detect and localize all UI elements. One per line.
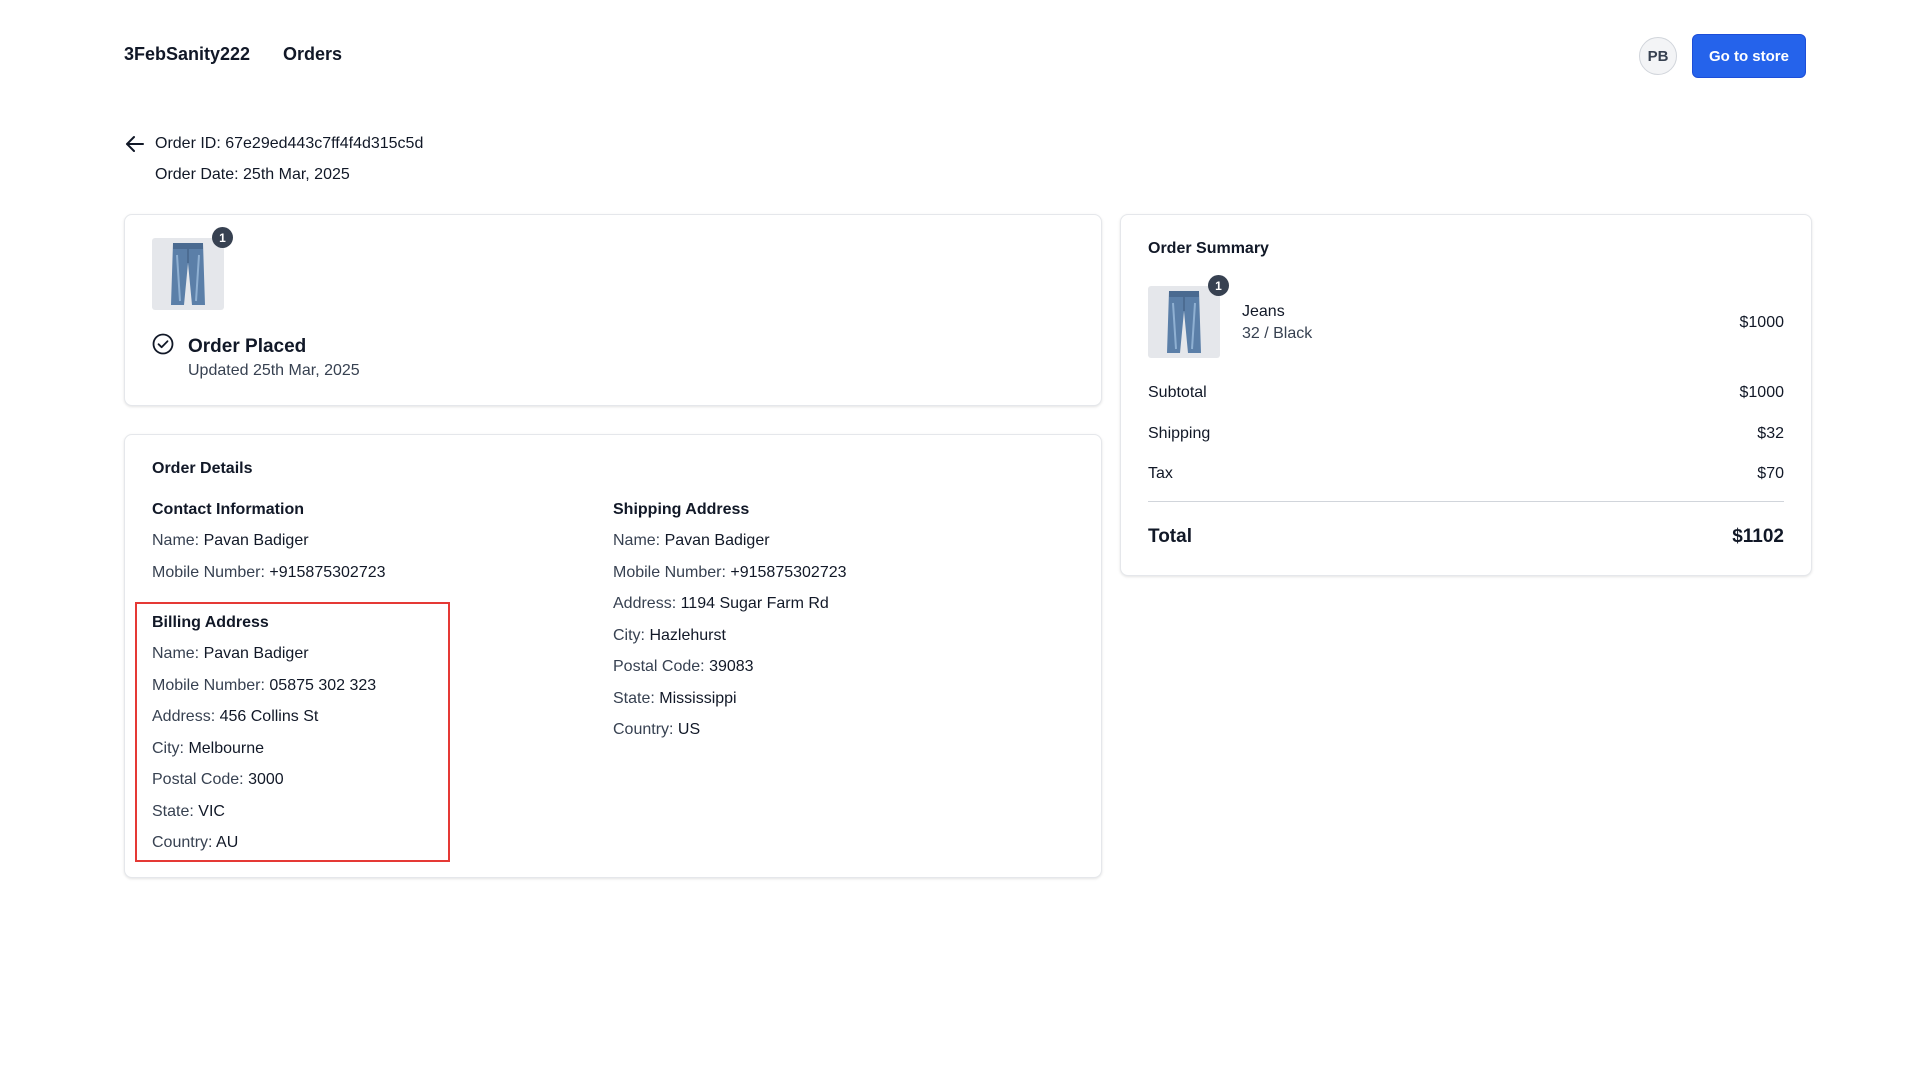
shipping-value: $32 bbox=[1757, 425, 1784, 442]
shipping-city: City: Hazlehurst bbox=[613, 626, 726, 644]
order-summary-card: Order Summary 1 Jeans 32 / Black $1000 S… bbox=[1120, 214, 1812, 576]
contact-info-title: Contact Information bbox=[152, 501, 304, 518]
billing-address: Address: 456 Collins St bbox=[152, 708, 319, 725]
billing-address-section: Billing Address Name: Pavan Badiger Mobi… bbox=[152, 613, 582, 865]
order-details-title: Order Details bbox=[152, 460, 253, 477]
back-arrow-icon[interactable] bbox=[124, 133, 146, 155]
item-name: Jeans bbox=[1242, 303, 1285, 320]
order-details-card: Order Details Contact Information Name: … bbox=[124, 434, 1102, 878]
check-circle-icon bbox=[152, 333, 174, 355]
subtotal-value: $1000 bbox=[1739, 384, 1785, 401]
jeans-image-icon bbox=[1167, 291, 1201, 353]
billing-address-title: Billing Address bbox=[152, 614, 269, 631]
store-brand[interactable]: 3FebSanity222 bbox=[124, 44, 250, 65]
contact-mobile: Mobile Number: +915875302723 bbox=[152, 563, 386, 581]
total-label: Total bbox=[1148, 526, 1192, 547]
go-to-store-button[interactable]: Go to store bbox=[1692, 34, 1806, 78]
nav-orders-link[interactable]: Orders bbox=[283, 44, 342, 65]
shipping-mobile: Mobile Number: +915875302723 bbox=[613, 563, 847, 581]
shipping-country: Country: US bbox=[613, 721, 701, 738]
details-right-column: Shipping Address Name: Pavan Badiger Mob… bbox=[613, 500, 1053, 752]
quantity-badge: 1 bbox=[1208, 275, 1229, 296]
shipping-address-title: Shipping Address bbox=[613, 501, 750, 518]
total-value: $1102 bbox=[1732, 526, 1784, 547]
order-status-card: 1 Order Placed Updated 25th Mar, 2025 bbox=[124, 214, 1102, 406]
jeans-image-icon bbox=[171, 243, 205, 305]
billing-name: Name: Pavan Badiger bbox=[152, 645, 309, 662]
shipping-label: Shipping bbox=[1148, 425, 1211, 442]
tax-value: $70 bbox=[1757, 465, 1784, 482]
details-left-column: Contact Information Name: Pavan Badiger … bbox=[152, 500, 582, 865]
user-avatar[interactable]: PB bbox=[1639, 37, 1677, 75]
billing-city: City: Melbourne bbox=[152, 739, 265, 757]
billing-postal-code: Postal Code: 3000 bbox=[152, 771, 284, 788]
shipping-address: Address: 1194 Sugar Farm Rd bbox=[613, 595, 829, 612]
order-summary-title: Order Summary bbox=[1148, 240, 1269, 257]
order-date: Order Date: 25th Mar, 2025 bbox=[155, 166, 350, 183]
shipping-state: State: Mississippi bbox=[613, 689, 737, 707]
summary-item-thumbnail: 1 bbox=[1148, 275, 1229, 358]
status-title: Order Placed bbox=[188, 336, 307, 357]
item-price: $1000 bbox=[1739, 314, 1785, 331]
order-id: Order ID: 67e29ed443c7ff4f4d315c5d bbox=[155, 135, 424, 152]
item-variant: 32 / Black bbox=[1242, 325, 1313, 342]
summary-divider bbox=[1148, 501, 1784, 502]
tax-label: Tax bbox=[1148, 465, 1173, 482]
billing-state: State: VIC bbox=[152, 802, 225, 820]
shipping-name: Name: Pavan Badiger bbox=[613, 532, 770, 549]
contact-name: Name: Pavan Badiger bbox=[152, 532, 309, 549]
billing-mobile: Mobile Number: 05875 302 323 bbox=[152, 676, 377, 694]
jeans-thumbnail: 1 bbox=[152, 227, 233, 310]
status-updated-date: Updated 25th Mar, 2025 bbox=[188, 362, 360, 379]
subtotal-label: Subtotal bbox=[1148, 384, 1207, 401]
shipping-postal-code: Postal Code: 39083 bbox=[613, 658, 754, 675]
quantity-badge: 1 bbox=[212, 227, 233, 248]
top-header: 3FebSanity222 Orders PB Go to store bbox=[0, 0, 1920, 112]
billing-country: Country: AU bbox=[152, 834, 239, 851]
